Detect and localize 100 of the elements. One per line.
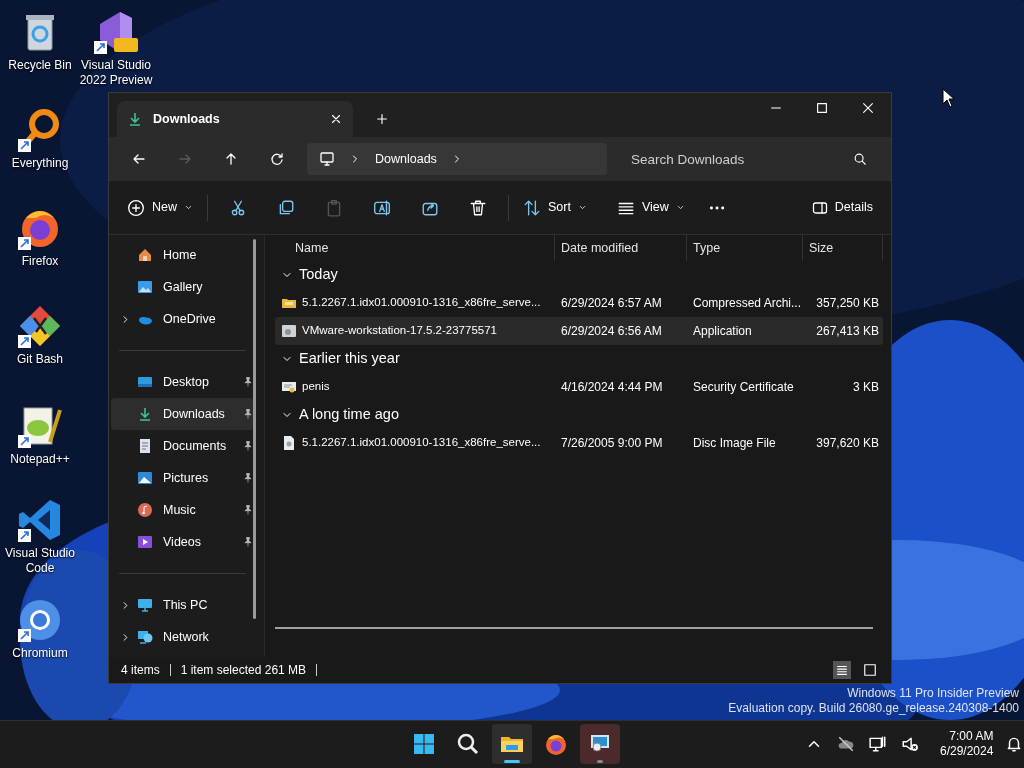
cert-file-icon <box>281 379 297 395</box>
icon-label[interactable]: Git Bash <box>17 352 63 367</box>
nav-item[interactable]: Videos <box>111 526 254 558</box>
pin-icon[interactable] <box>242 376 254 388</box>
documents-icon <box>137 438 153 454</box>
delete-button[interactable] <box>469 198 487 217</box>
download-icon <box>127 111 143 127</box>
videos-icon <box>137 534 153 550</box>
status-text: 1 item selected 261 MB <box>180 662 307 679</box>
pin-icon[interactable] <box>242 472 254 484</box>
column-header[interactable]: Date modified <box>555 235 687 261</box>
size-cell-text: 3 KB <box>852 379 880 396</box>
disc-file-icon <box>281 435 297 451</box>
file-name: 5.1.2267.1.idx01.000910-1316_x86fre_serve... <box>302 295 541 311</box>
type-cell-text: Security Certificate <box>692 379 795 396</box>
column-header[interactable]: Name <box>275 235 555 261</box>
watermark-text: Evaluation copy. Build 26080.ge_release.240308-1400 <box>728 701 1019 716</box>
tiles-view-button[interactable] <box>861 661 879 679</box>
address-bar[interactable]: Downloads <box>307 143 607 175</box>
scrollbar[interactable] <box>275 627 873 629</box>
search-icon <box>853 152 867 166</box>
date-cell-text: 4/16/2024 4:44 PM <box>560 379 664 396</box>
muted-icon[interactable] <box>901 735 919 753</box>
details-icon <box>835 663 849 677</box>
file-name: VMware-workstation-17.5.2-23775571 <box>302 323 497 339</box>
refresh-icon[interactable] <box>269 151 285 167</box>
close-icon[interactable] <box>329 112 343 126</box>
file-name: 5.1.2267.1.idx01.000910-1316_x86fre_serve... <box>302 435 541 451</box>
icon-label[interactable]: Visual Studio Code <box>2 546 78 576</box>
nav-item[interactable]: Desktop <box>111 366 254 398</box>
file-row[interactable]: VMware-workstation-17.5.2-23775571 6/29/2024 6:56 AM Application 267,413 KB <box>275 317 883 345</box>
cut-button[interactable] <box>229 198 247 217</box>
rename-button[interactable] <box>373 198 391 217</box>
cloud-icon[interactable] <box>837 735 855 753</box>
new-button[interactable]: New <box>121 190 199 225</box>
nav-item[interactable]: Network <box>111 621 254 653</box>
pin-icon[interactable] <box>242 504 254 516</box>
gallery-icon <box>137 279 153 295</box>
music-icon <box>137 502 153 518</box>
nav-item[interactable]: Gallery <box>111 271 254 303</box>
breadcrumb-link[interactable]: Downloads <box>375 149 437 169</box>
nav-item[interactable]: Pictures <box>111 462 254 494</box>
nav-item[interactable]: Documents <box>111 430 254 462</box>
pin-icon[interactable] <box>242 408 254 420</box>
desktop-icon <box>137 374 153 390</box>
copy-button[interactable] <box>277 198 295 217</box>
date-cell-text: 6/29/2024 6:56 AM <box>560 323 663 340</box>
explorer-taskbar-button[interactable] <box>492 724 532 764</box>
icon-label[interactable]: Everything <box>11 156 69 171</box>
close-icon[interactable] <box>861 101 875 115</box>
sort-button[interactable]: Sort <box>517 190 593 225</box>
details-button[interactable]: Details <box>805 190 879 225</box>
icon-label[interactable]: Chromium <box>12 646 68 661</box>
icon-label[interactable]: Notepad++ <box>10 452 70 467</box>
file-row[interactable]: penis 4/16/2024 4:44 PM Security Certificate 3 KB <box>275 373 883 401</box>
file-name: penis <box>302 379 330 395</box>
group-header[interactable]: Today <box>299 264 338 286</box>
window-tab[interactable]: Downloads <box>117 101 353 137</box>
maximize-icon[interactable] <box>815 101 829 115</box>
icon-label[interactable]: Recycle Bin <box>8 58 72 73</box>
icon-label[interactable]: Firefox <box>21 254 59 269</box>
nav-item[interactable]: Downloads <box>111 398 254 430</box>
pin-icon[interactable] <box>242 536 254 548</box>
details-view-button[interactable] <box>833 661 851 679</box>
group-header[interactable]: A long time ago <box>299 404 399 426</box>
nav-item[interactable]: Home <box>111 239 254 271</box>
type-cell-text: Application <box>692 323 753 340</box>
firefox-icon <box>544 732 568 756</box>
file-row[interactable]: 5.1.2267.1.idx01.000910-1316_x86fre_serve... 6/29/2024 6:57 AM Compressed Archi... 357,250 KB <box>275 289 883 317</box>
running-indicator <box>597 760 603 763</box>
pin-icon[interactable] <box>242 440 254 452</box>
icon-label[interactable]: Visual Studio 2022 Preview <box>78 58 154 88</box>
group-header[interactable]: Earlier this year <box>299 348 400 370</box>
vmware-taskbar-button[interactable] <box>580 724 620 764</box>
network-icon[interactable] <box>869 735 887 753</box>
column-header[interactable]: Size <box>803 235 883 261</box>
size-cell-text: 267,413 KB <box>815 323 880 340</box>
running-indicator <box>504 760 520 763</box>
caret-icon <box>675 203 685 212</box>
app-file-icon <box>281 323 297 339</box>
column-header[interactable]: Type <box>687 235 803 261</box>
nav-item[interactable]: This PC <box>111 589 254 621</box>
search-field[interactable]: Search Downloads <box>619 143 881 175</box>
panel-icon <box>811 199 828 216</box>
nav-item[interactable]: Music <box>111 494 254 526</box>
nav-item[interactable]: OneDrive <box>111 303 254 335</box>
tiles-icon <box>863 663 877 677</box>
caret-icon <box>577 203 587 212</box>
pc-icon <box>137 597 153 613</box>
file-row[interactable]: 5.1.2267.1.idx01.000910-1316_x86fre_serve... 7/26/2005 9:00 PM Disc Image File 397,620 KB <box>275 429 883 457</box>
scrollbar[interactable] <box>253 239 256 619</box>
start-icon <box>412 732 436 756</box>
clock[interactable]: 7:00 AM 6/29/2024 <box>928 729 1002 759</box>
downloads-icon <box>137 406 153 422</box>
date-cell-text: 7/26/2005 9:00 PM <box>560 435 664 452</box>
caret-icon <box>184 203 193 212</box>
pointer-icon <box>942 88 956 108</box>
view-button[interactable]: View <box>610 190 691 225</box>
new-tab-icon[interactable] <box>375 112 389 126</box>
size-cell-text: 397,620 KB <box>815 435 880 452</box>
